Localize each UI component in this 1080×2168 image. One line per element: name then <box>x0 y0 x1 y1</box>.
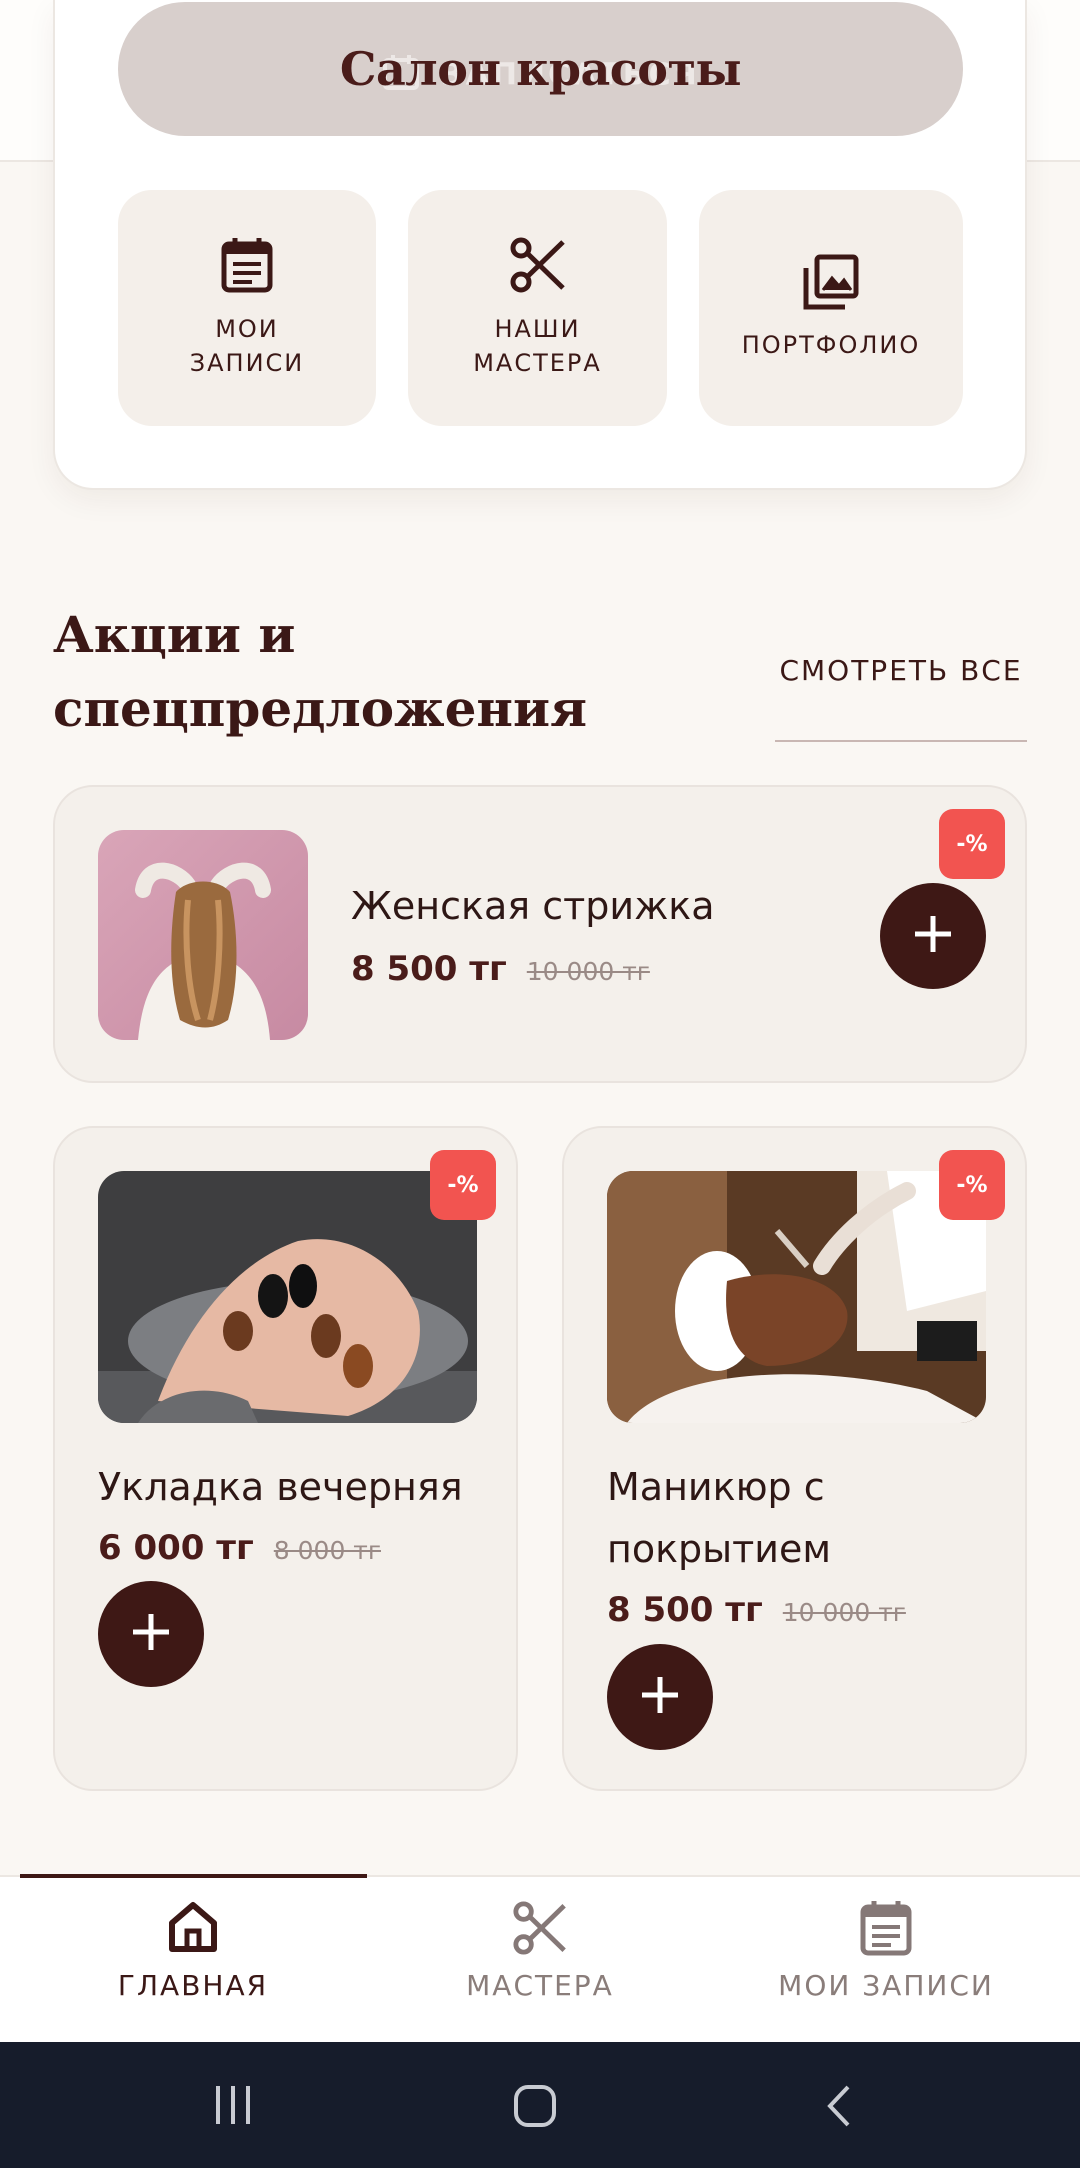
add-service-button[interactable] <box>607 1644 713 1750</box>
nav-label: ГЛАВНАЯ <box>117 1969 269 2002</box>
old-price: 10 000 тг <box>782 1598 906 1627</box>
quick-action-label: ПОРТФОЛИО <box>741 331 921 359</box>
plus-icon <box>640 1675 680 1719</box>
portfolio-button[interactable]: ПОРТФОЛИО <box>699 190 963 426</box>
home-icon <box>166 1899 220 1959</box>
book-appointment-button[interactable]: ЗАПИСАТЬСЯ Салон красоты <box>118 2 963 136</box>
system-navigation-bar <box>0 2042 1080 2168</box>
my-bookings-button[interactable]: МОИ ЗАПИСИ <box>118 190 376 426</box>
promotions-title: Акции и спецпредложения <box>53 605 588 738</box>
facial-mask-photo <box>607 1171 986 1423</box>
promo-card[interactable]: Маникюр с покрытием 8 500 тг 10 000 тг -% <box>562 1126 1027 1791</box>
nav-label: МОИ ЗАПИСИ <box>778 1969 994 2002</box>
nav-home[interactable]: ГЛАВНАЯ <box>13 1877 373 2044</box>
scissors-icon <box>509 236 567 298</box>
nav-my-bookings[interactable]: МОИ ЗАПИСИ <box>706 1877 1066 2044</box>
service-name: Женская стрижка <box>351 884 715 928</box>
quick-action-label: НАШИ МАСТЕРА <box>473 315 602 377</box>
old-price: 10 000 тг <box>526 957 650 986</box>
service-price: 8 500 тг 10 000 тг <box>607 1590 906 1630</box>
calendar-icon <box>220 236 274 298</box>
gallery-icon <box>803 254 859 314</box>
discount-badge: -% <box>430 1150 496 1220</box>
service-price: 8 500 тг 10 000 тг <box>351 949 650 989</box>
promo-card[interactable]: Укладка вечерняя 6 000 тг 8 000 тг -% <box>53 1126 518 1791</box>
back-icon[interactable] <box>824 2084 854 2132</box>
quick-action-label: МОИ ЗАПИСИ <box>189 315 305 377</box>
service-price: 6 000 тг 8 000 тг <box>98 1528 381 1568</box>
calendar-icon <box>859 1899 913 1959</box>
discount-badge: -% <box>939 809 1005 879</box>
promo-card[interactable]: Женская стрижка 8 500 тг 10 000 тг -% <box>53 785 1027 1083</box>
see-all-link[interactable]: СМОТРЕТЬ ВСЕ <box>775 650 1027 742</box>
discount-badge: -% <box>939 1150 1005 1220</box>
nav-label: МАСТЕРА <box>466 1969 614 2002</box>
service-name: Укладка вечерняя <box>98 1465 463 1509</box>
our-masters-button[interactable]: НАШИ МАСТЕРА <box>408 190 667 426</box>
bottom-navigation: ГЛАВНАЯ МАСТЕРА МОИ ЗАПИСИ <box>0 1874 1080 2044</box>
home-circle-icon[interactable] <box>513 2084 557 2132</box>
nav-masters[interactable]: МАСТЕРА <box>360 1877 720 2044</box>
old-price: 8 000 тг <box>273 1536 381 1565</box>
add-service-button[interactable] <box>98 1581 204 1687</box>
service-name: Маникюр с покрытием <box>607 1465 832 1571</box>
plus-icon <box>913 914 953 958</box>
woman-long-hair-photo <box>98 830 308 1040</box>
app-title: Салон красоты <box>339 42 742 96</box>
add-service-button[interactable] <box>880 883 986 989</box>
plus-icon <box>131 1612 171 1656</box>
scissors-icon <box>512 1899 568 1959</box>
recent-apps-icon[interactable] <box>212 2084 254 2130</box>
manicured-nails-photo <box>98 1171 477 1423</box>
